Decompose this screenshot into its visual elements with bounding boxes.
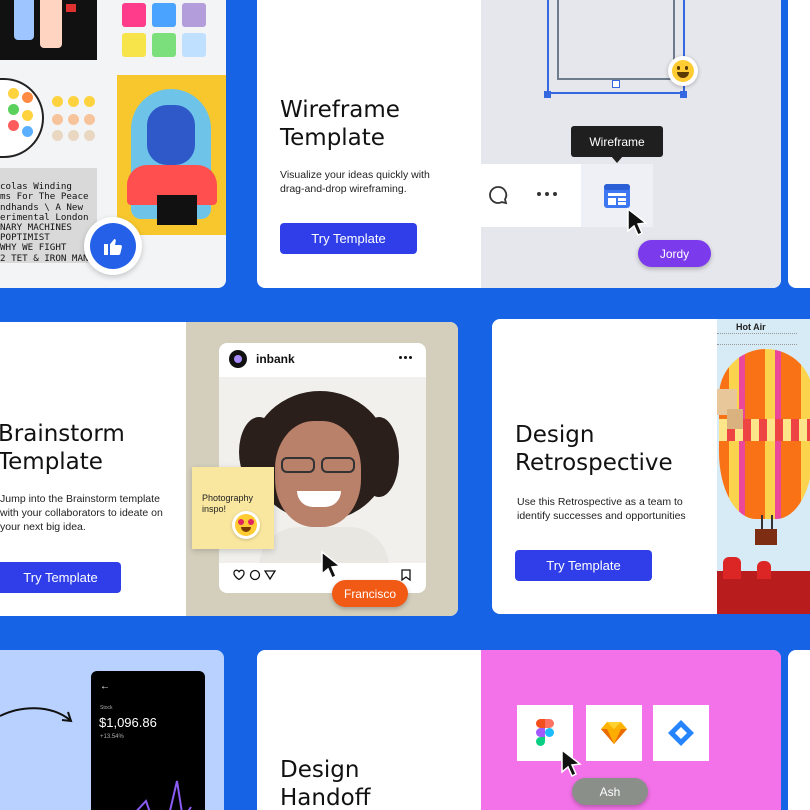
wireframe-icon <box>604 183 630 208</box>
balloon <box>719 349 810 519</box>
cursor-name-tag: Francisco <box>332 580 408 607</box>
bookmark-icon[interactable] <box>401 569 411 581</box>
comment-icon[interactable] <box>249 569 261 581</box>
more-icon[interactable] <box>537 192 561 198</box>
illustration-poster <box>117 75 226 235</box>
resize-handle[interactable] <box>680 91 687 98</box>
wireframe-canvas: Wireframe Jordy <box>481 0 781 288</box>
stock-app-card: ← Stock $1,096.86 +13.54% <box>0 650 224 810</box>
cursor-icon <box>321 550 342 580</box>
like-badge[interactable] <box>84 217 142 275</box>
sticky-note-text: Photography inspo! <box>202 493 254 514</box>
back-arrow-icon[interactable]: ← <box>100 681 110 692</box>
app-tile[interactable] <box>653 705 709 761</box>
resize-handle[interactable] <box>612 80 620 88</box>
card-title: Wireframe Template <box>280 97 400 151</box>
brainstorm-template-card: Brainstorm Template Jump into the Brains… <box>0 322 458 616</box>
card-description: Visualize your ideas quickly with drag-a… <box>280 169 430 195</box>
emoji-reaction <box>668 56 698 86</box>
card-title: Design Retrospective <box>515 422 673 476</box>
color-swatch <box>122 3 146 27</box>
card-title: Design Handoff <box>280 757 371 810</box>
heart-icon[interactable] <box>233 569 245 581</box>
cursor-icon <box>561 748 582 778</box>
cursor-name-tag: Ash <box>572 778 648 805</box>
thumbs-up-icon <box>104 239 122 255</box>
try-template-button[interactable]: Try Template <box>515 550 652 581</box>
resize-handle[interactable] <box>544 91 551 98</box>
poster-title: Hot Air <box>736 322 766 332</box>
phone-illustration <box>0 0 97 60</box>
handoff-panel: Ash <box>481 650 781 810</box>
design-handoff-card: Design Handoff Ash <box>257 650 781 810</box>
color-swatch <box>122 33 146 57</box>
design-retrospective-card: Design Retrospective Use this Retrospect… <box>492 319 810 614</box>
stock-label: Stock <box>100 705 113 711</box>
cursor-icon <box>627 207 648 237</box>
tooltip-label: Wireframe <box>589 134 645 149</box>
jira-icon <box>668 720 694 746</box>
balloon-poster: Hot Air <box>717 319 810 614</box>
wireframe-template-card: Wireframe Template Visualize your ideas … <box>257 0 781 288</box>
color-swatch <box>152 3 176 27</box>
tooltip: Wireframe <box>571 126 663 157</box>
heart-eyes-emoji-icon <box>232 511 260 539</box>
card-description: Use this Retrospective as a team to iden… <box>517 496 686 522</box>
arrow-doodle <box>0 707 73 723</box>
stock-chart-line <box>136 780 192 810</box>
comment-icon[interactable] <box>487 184 509 206</box>
sticky-note[interactable]: Photography inspo! <box>192 467 274 549</box>
color-swatch <box>152 33 176 57</box>
stock-phone: ← Stock $1,096.86 +13.54% <box>91 671 205 810</box>
moodboard-card: colas Winding ms For The Peace ndhands \… <box>0 0 226 288</box>
card-title: Brainstorm Template <box>0 421 125 475</box>
sketch-icon <box>601 722 627 744</box>
post-account-name: inbank <box>256 352 295 366</box>
balloon-basket <box>755 529 777 545</box>
share-icon[interactable] <box>264 569 276 581</box>
avatar <box>229 350 247 368</box>
stock-change: +13.54% <box>100 734 124 740</box>
poster-line: 2 TET & IRON MAN <box>0 252 89 264</box>
try-template-button[interactable]: Try Template <box>280 223 417 254</box>
more-icon[interactable] <box>399 356 415 360</box>
cursor-name-tag: Jordy <box>638 240 711 267</box>
photo-board: inbank Photography inspo! Francisco <box>186 322 458 616</box>
color-swatch <box>182 3 206 27</box>
offscreen-card <box>788 650 810 810</box>
card-description: Jump into the Brainstorm template with y… <box>0 493 163 533</box>
stock-value: $1,096.86 <box>99 715 157 730</box>
offscreen-card <box>788 0 810 288</box>
type-poster: colas Winding ms For The Peace ndhands \… <box>0 168 97 263</box>
color-swatch <box>182 33 206 57</box>
try-template-button[interactable]: Try Template <box>0 562 121 593</box>
figma-icon <box>536 719 554 746</box>
grin-emoji-icon <box>672 60 694 82</box>
app-tile[interactable] <box>586 705 642 761</box>
